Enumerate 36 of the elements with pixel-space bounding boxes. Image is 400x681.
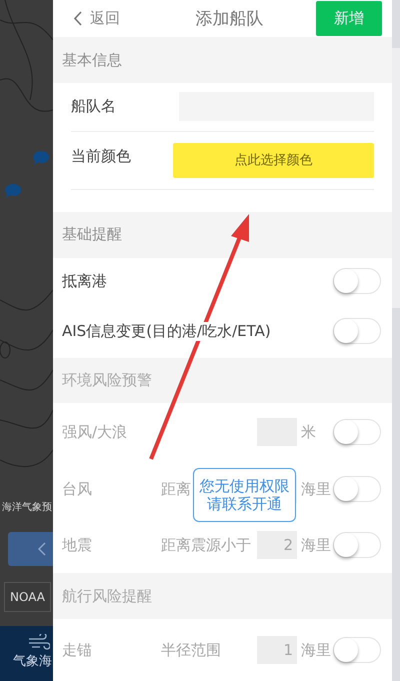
unit-label: 海里: [301, 536, 332, 555]
toggle-switch[interactable]: [333, 268, 381, 294]
page-title: 添加船队: [194, 8, 264, 30]
option-label: 强风/大浪: [62, 422, 128, 442]
unit-label: 海里: [301, 640, 332, 660]
unit-label: 米: [301, 422, 317, 442]
unit-label: 海里: [301, 480, 332, 499]
condition-label: 半径范围: [161, 640, 221, 660]
chat-bubble-icon: [4, 183, 22, 199]
toast-text: 您无使用权限: [200, 477, 290, 495]
section-header: 航行风险提醒: [53, 573, 392, 619]
bottom-nav-item[interactable]: 气象海: [0, 626, 53, 681]
chevron-left-icon: [38, 542, 46, 556]
chevron-left-icon: [73, 11, 82, 26]
toggle-switch[interactable]: [333, 318, 381, 344]
section-header: 基本信息: [53, 37, 392, 83]
map-caption: 海洋气象预: [2, 501, 52, 514]
previous-button[interactable]: [8, 532, 53, 566]
section-header: 基础提醒: [53, 212, 392, 258]
scrollbar[interactable]: [392, 0, 400, 681]
back-link[interactable]: 返回: [73, 9, 173, 28]
section-header: 环境风险预警: [53, 358, 392, 404]
toast-text: 请联系开通: [207, 495, 282, 513]
option-label: 走锚: [62, 640, 92, 660]
chat-bubble-icon: [32, 150, 50, 166]
color-picker-button[interactable]: 点此选择颜色: [173, 142, 374, 178]
wind-icon: [28, 634, 50, 650]
option-label: 抵离港: [62, 272, 107, 291]
condition-label: 距离震源小于: [161, 536, 251, 555]
option-label: AIS信息变更(目的港/吃水/ETA): [62, 322, 271, 341]
condition-label: 距离: [161, 480, 191, 499]
option-label: 台风: [62, 480, 92, 499]
source-select[interactable]: NOAA: [4, 582, 51, 612]
field-label: 当前颜色: [71, 146, 131, 166]
option-label: 地震: [62, 536, 92, 555]
add-button[interactable]: 新增: [316, 1, 382, 36]
